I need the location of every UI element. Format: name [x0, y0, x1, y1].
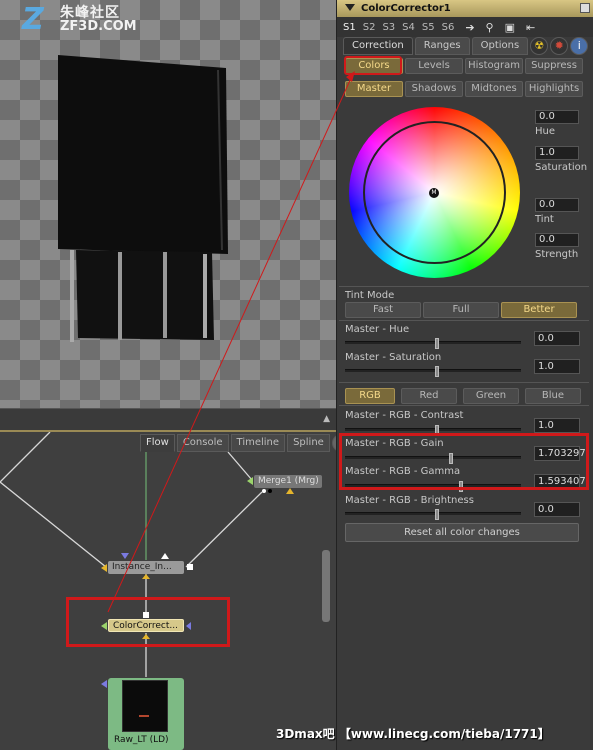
divider	[339, 382, 589, 383]
slot-s1[interactable]: S1	[343, 22, 356, 33]
site-logo: Z 朱峰社区 ZF3D.COM	[22, 2, 162, 37]
slider-handle[interactable]	[435, 509, 439, 520]
divider	[339, 286, 589, 287]
contrast-label: Master - RGB - Contrast	[345, 410, 464, 421]
channel-tabs: RGB Red Green Blue	[345, 388, 581, 404]
panel-title-bar[interactable]: ColorCorrector1	[337, 0, 593, 17]
logo-text-en: ZF3D.COM	[60, 19, 137, 34]
tint-mode-full[interactable]: Full	[423, 302, 499, 318]
panel-title: ColorCorrector1	[361, 3, 451, 14]
tab-blue[interactable]: Blue	[525, 388, 581, 404]
reset-icon[interactable]: ⇤	[526, 21, 535, 34]
tint-mode-buttons: Fast Full Better	[345, 302, 577, 318]
slot-s4[interactable]: S4	[402, 22, 415, 33]
strength-label: Strength	[535, 249, 579, 260]
tint-mode-better[interactable]: Better	[501, 302, 577, 318]
flow-view[interactable]: Flow Console Timeline Spline i Instance_…	[0, 432, 336, 750]
viewport-render	[58, 55, 228, 342]
hue-label: Hue	[535, 126, 556, 137]
brightness-label: Master - RGB - Brightness	[345, 495, 474, 506]
tab-flow[interactable]: Flow	[140, 434, 175, 452]
saturation-input[interactable]: 1.0	[535, 146, 579, 160]
flow-scrollbar[interactable]	[322, 550, 330, 622]
tab-ranges[interactable]: Ranges	[414, 37, 470, 55]
tab-timeline[interactable]: Timeline	[230, 434, 286, 452]
master-hue-label: Master - Hue	[345, 324, 410, 335]
brightness-input[interactable]: 0.0	[534, 502, 580, 517]
color-wheel-handle[interactable]: M	[429, 188, 439, 198]
tab-options[interactable]: Options	[471, 37, 529, 55]
tab-highlights[interactable]: Highlights	[525, 81, 583, 97]
tab-shadows[interactable]: Shadows	[405, 81, 463, 97]
tab-suppress[interactable]: Suppress	[525, 58, 583, 74]
info-icon[interactable]: i	[570, 37, 589, 55]
slot-s6[interactable]: S6	[442, 22, 455, 33]
tab-histogram[interactable]: Histogram	[465, 58, 523, 74]
pin-icon[interactable]	[580, 3, 590, 13]
collapse-up-icon[interactable]: ▲	[323, 414, 330, 424]
divider	[339, 405, 589, 406]
bottom-watermark: 3Dmax吧 【www.linecg.com/tieba/1771】	[276, 727, 550, 741]
slot-s3[interactable]: S3	[382, 22, 395, 33]
contrast-slider[interactable]	[345, 425, 521, 436]
divider	[339, 320, 589, 321]
gear-icon[interactable]: ✹	[550, 37, 569, 55]
arrow-right-icon[interactable]: ➔	[465, 21, 474, 34]
master-saturation-slider[interactable]	[345, 366, 521, 377]
tab-spline[interactable]: Spline	[287, 434, 330, 452]
annotation-box-gain-gamma	[339, 433, 589, 490]
contrast-input[interactable]: 1.0	[534, 418, 580, 433]
tab-console[interactable]: Console	[176, 434, 229, 452]
node-raw-loader[interactable]: Raw_LT (LD)	[108, 678, 184, 750]
tint-label: Tint	[535, 214, 554, 225]
annotation-box-node	[66, 597, 230, 647]
node-merge[interactable]: Merge1 (Mrg)	[254, 475, 322, 488]
panel-main-tabs: Correction Ranges Options ☢ ✹ i	[343, 37, 589, 55]
viewport-toolbar: ▲	[0, 408, 336, 432]
tab-levels[interactable]: Levels	[405, 58, 463, 74]
reset-color-changes-button[interactable]: Reset all color changes	[345, 523, 579, 542]
master-saturation-input[interactable]: 1.0	[534, 359, 580, 374]
tab-rgb[interactable]: RGB	[345, 388, 395, 404]
slot-s2[interactable]: S2	[363, 22, 376, 33]
slot-s5[interactable]: S5	[422, 22, 435, 33]
range-tabs: Master Shadows Midtones Highlights	[345, 81, 583, 97]
tint-mode-label: Tint Mode	[345, 290, 395, 301]
master-hue-slider[interactable]	[345, 338, 521, 349]
tab-red[interactable]: Red	[401, 388, 457, 404]
collapse-arrow-icon[interactable]	[345, 4, 355, 11]
annotation-box-colors	[344, 56, 402, 75]
viewport[interactable]: Z 朱峰社区 ZF3D.COM	[0, 0, 336, 408]
slider-handle[interactable]	[435, 338, 439, 349]
version-slots: S1 S2 S3 S4 S5 S6 ➔ ⚲ ▣ ⇤	[337, 17, 593, 37]
slider-handle[interactable]	[435, 366, 439, 377]
tint-input[interactable]: 0.0	[535, 198, 579, 212]
tab-master[interactable]: Master	[345, 81, 403, 97]
brightness-slider[interactable]	[345, 509, 521, 520]
flow-tab-bar: Flow Console Timeline Spline i	[140, 434, 336, 452]
save-icon[interactable]: ▣	[505, 21, 515, 34]
tab-correction[interactable]: Correction	[343, 37, 413, 55]
strength-input[interactable]: 0.0	[535, 233, 579, 247]
tab-midtones[interactable]: Midtones	[465, 81, 523, 97]
pick-icon[interactable]: ⚲	[486, 21, 494, 34]
hue-input[interactable]: 0.0	[535, 110, 579, 124]
node-thumbnail	[122, 680, 168, 732]
master-saturation-label: Master - Saturation	[345, 352, 442, 363]
master-hue-input[interactable]: 0.0	[534, 331, 580, 346]
logo-mark: Z	[22, 2, 44, 37]
node-instance[interactable]: Instance_In...	[108, 561, 184, 574]
saturation-label: Saturation	[535, 162, 588, 173]
node-raw-label: Raw_LT (LD)	[114, 735, 169, 745]
radiation-icon[interactable]: ☢	[530, 37, 549, 55]
tint-mode-fast[interactable]: Fast	[345, 302, 421, 318]
tab-green[interactable]: Green	[463, 388, 519, 404]
